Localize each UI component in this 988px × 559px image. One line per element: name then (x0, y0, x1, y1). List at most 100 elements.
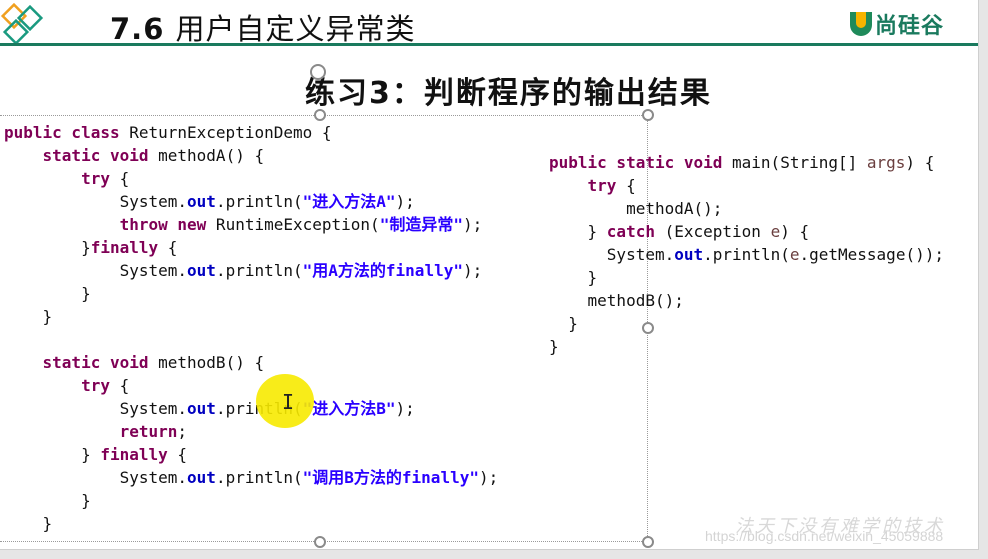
code-token: static void (42, 146, 149, 165)
code-line: System.out.println("进入方法A"); (4, 190, 498, 213)
code-token: System. (4, 399, 188, 418)
code-token: try (81, 169, 110, 188)
code-token: { (109, 376, 130, 395)
code-line: try { (549, 174, 944, 197)
code-line: public class ReturnExceptionDemo { (4, 121, 498, 144)
code-token: ); (395, 399, 415, 418)
resize-handle-bottom-right[interactable] (642, 536, 654, 548)
code-line: } catch (Exception e) { (549, 220, 944, 243)
rotate-handle-icon[interactable] (310, 64, 326, 80)
code-token: { (109, 169, 130, 188)
code-line: static void methodB() { (4, 351, 498, 374)
code-token: .println( (703, 245, 790, 264)
resize-handle-top-right[interactable] (642, 109, 654, 121)
code-token: e (770, 222, 781, 241)
code-token: ); (478, 468, 499, 487)
code-token: methodA(); (549, 199, 723, 218)
code-token: public static void (549, 153, 723, 172)
code-token: } (4, 307, 53, 326)
code-token: } (549, 314, 578, 333)
code-token: catch (606, 222, 655, 241)
code-token: ); (395, 192, 415, 211)
code-token: } (4, 491, 91, 510)
text-cursor-icon: I (282, 390, 295, 414)
code-token: "进入方法B" (302, 399, 396, 418)
code-token: "进入方法A" (302, 192, 396, 211)
code-token: static void (42, 353, 149, 372)
code-line: } finally { (4, 443, 498, 466)
code-token: System. (549, 245, 675, 264)
code-line: methodB(); (549, 289, 944, 312)
code-token: } (4, 445, 101, 464)
code-line: static void methodA() { (4, 144, 498, 167)
header-divider (0, 43, 978, 46)
code-line: System.out.println("用A方法的finally"); (4, 259, 498, 282)
code-token: throw new (119, 215, 207, 234)
code-line: } (4, 305, 498, 328)
code-token: out (187, 261, 216, 280)
code-token: (Exception (654, 222, 771, 241)
code-line: } (549, 335, 944, 358)
code-token: public class (4, 123, 120, 142)
code-token: finally (100, 445, 168, 464)
code-token: ReturnExceptionDemo { (119, 123, 332, 142)
code-line: System.out.println("进入方法B"); (4, 397, 498, 420)
code-token: System. (4, 468, 188, 487)
code-token: { (158, 238, 178, 257)
code-token: out (187, 399, 216, 418)
code-token: } (4, 514, 53, 533)
code-token: ) { (780, 222, 810, 241)
resize-handle-top[interactable] (314, 109, 326, 121)
code-token: } (549, 337, 559, 356)
code-token: try (587, 176, 617, 195)
code-line: } (4, 512, 498, 535)
title-text: 用户自定义异常类 (175, 12, 416, 46)
code-token: } (4, 238, 91, 257)
brand-name: 尚硅谷 (875, 14, 945, 39)
code-token: ; (177, 422, 188, 441)
code-token: ); (462, 261, 483, 280)
code-token: out (187, 468, 216, 487)
resize-handle-bottom[interactable] (314, 536, 326, 548)
code-token: ); (462, 215, 483, 234)
code-token: "调用B方法的finally" (302, 468, 479, 487)
code-token: args (866, 153, 906, 172)
code-line: } (549, 266, 944, 289)
brand-u-icon (850, 12, 872, 36)
code-line: throw new RuntimeException("制造异常"); (4, 213, 498, 236)
code-token: "用A方法的finally" (302, 261, 463, 280)
code-line: public static void main(String[] args) { (549, 151, 944, 174)
code-token: System. (4, 192, 188, 211)
code-token: } (549, 268, 598, 287)
brand-logo: 尚硅谷 (850, 8, 944, 40)
page-title: 7.6 用户自定义异常类 (110, 6, 416, 48)
code-line: } (4, 282, 498, 305)
code-line: try { (4, 167, 498, 190)
code-token: .println( (215, 261, 303, 280)
code-token: return (119, 422, 178, 441)
code-token: finally (90, 238, 159, 257)
code-line: } (549, 312, 944, 335)
code-line: System.out.println("调用B方法的finally"); (4, 466, 499, 489)
code-token: "制造异常" (379, 215, 463, 234)
code-token: { (616, 176, 636, 195)
code-token: methodA() { (148, 146, 265, 165)
code-block-main-method[interactable]: public static void main(String[] args) {… (549, 151, 944, 358)
title-number: 7.6 (110, 12, 165, 46)
exercise-subtitle[interactable]: 练习3：判断程序的输出结果 (305, 68, 712, 112)
code-token: .getMessage()); (799, 245, 944, 264)
code-token: } (549, 222, 607, 241)
code-line: System.out.println(e.getMessage()); (549, 243, 944, 266)
code-token: try (81, 376, 110, 395)
code-block-return-exception-demo[interactable]: public class ReturnExceptionDemo { stati… (4, 121, 498, 535)
code-token: RuntimeException( (206, 215, 380, 234)
code-token: { (167, 445, 188, 464)
